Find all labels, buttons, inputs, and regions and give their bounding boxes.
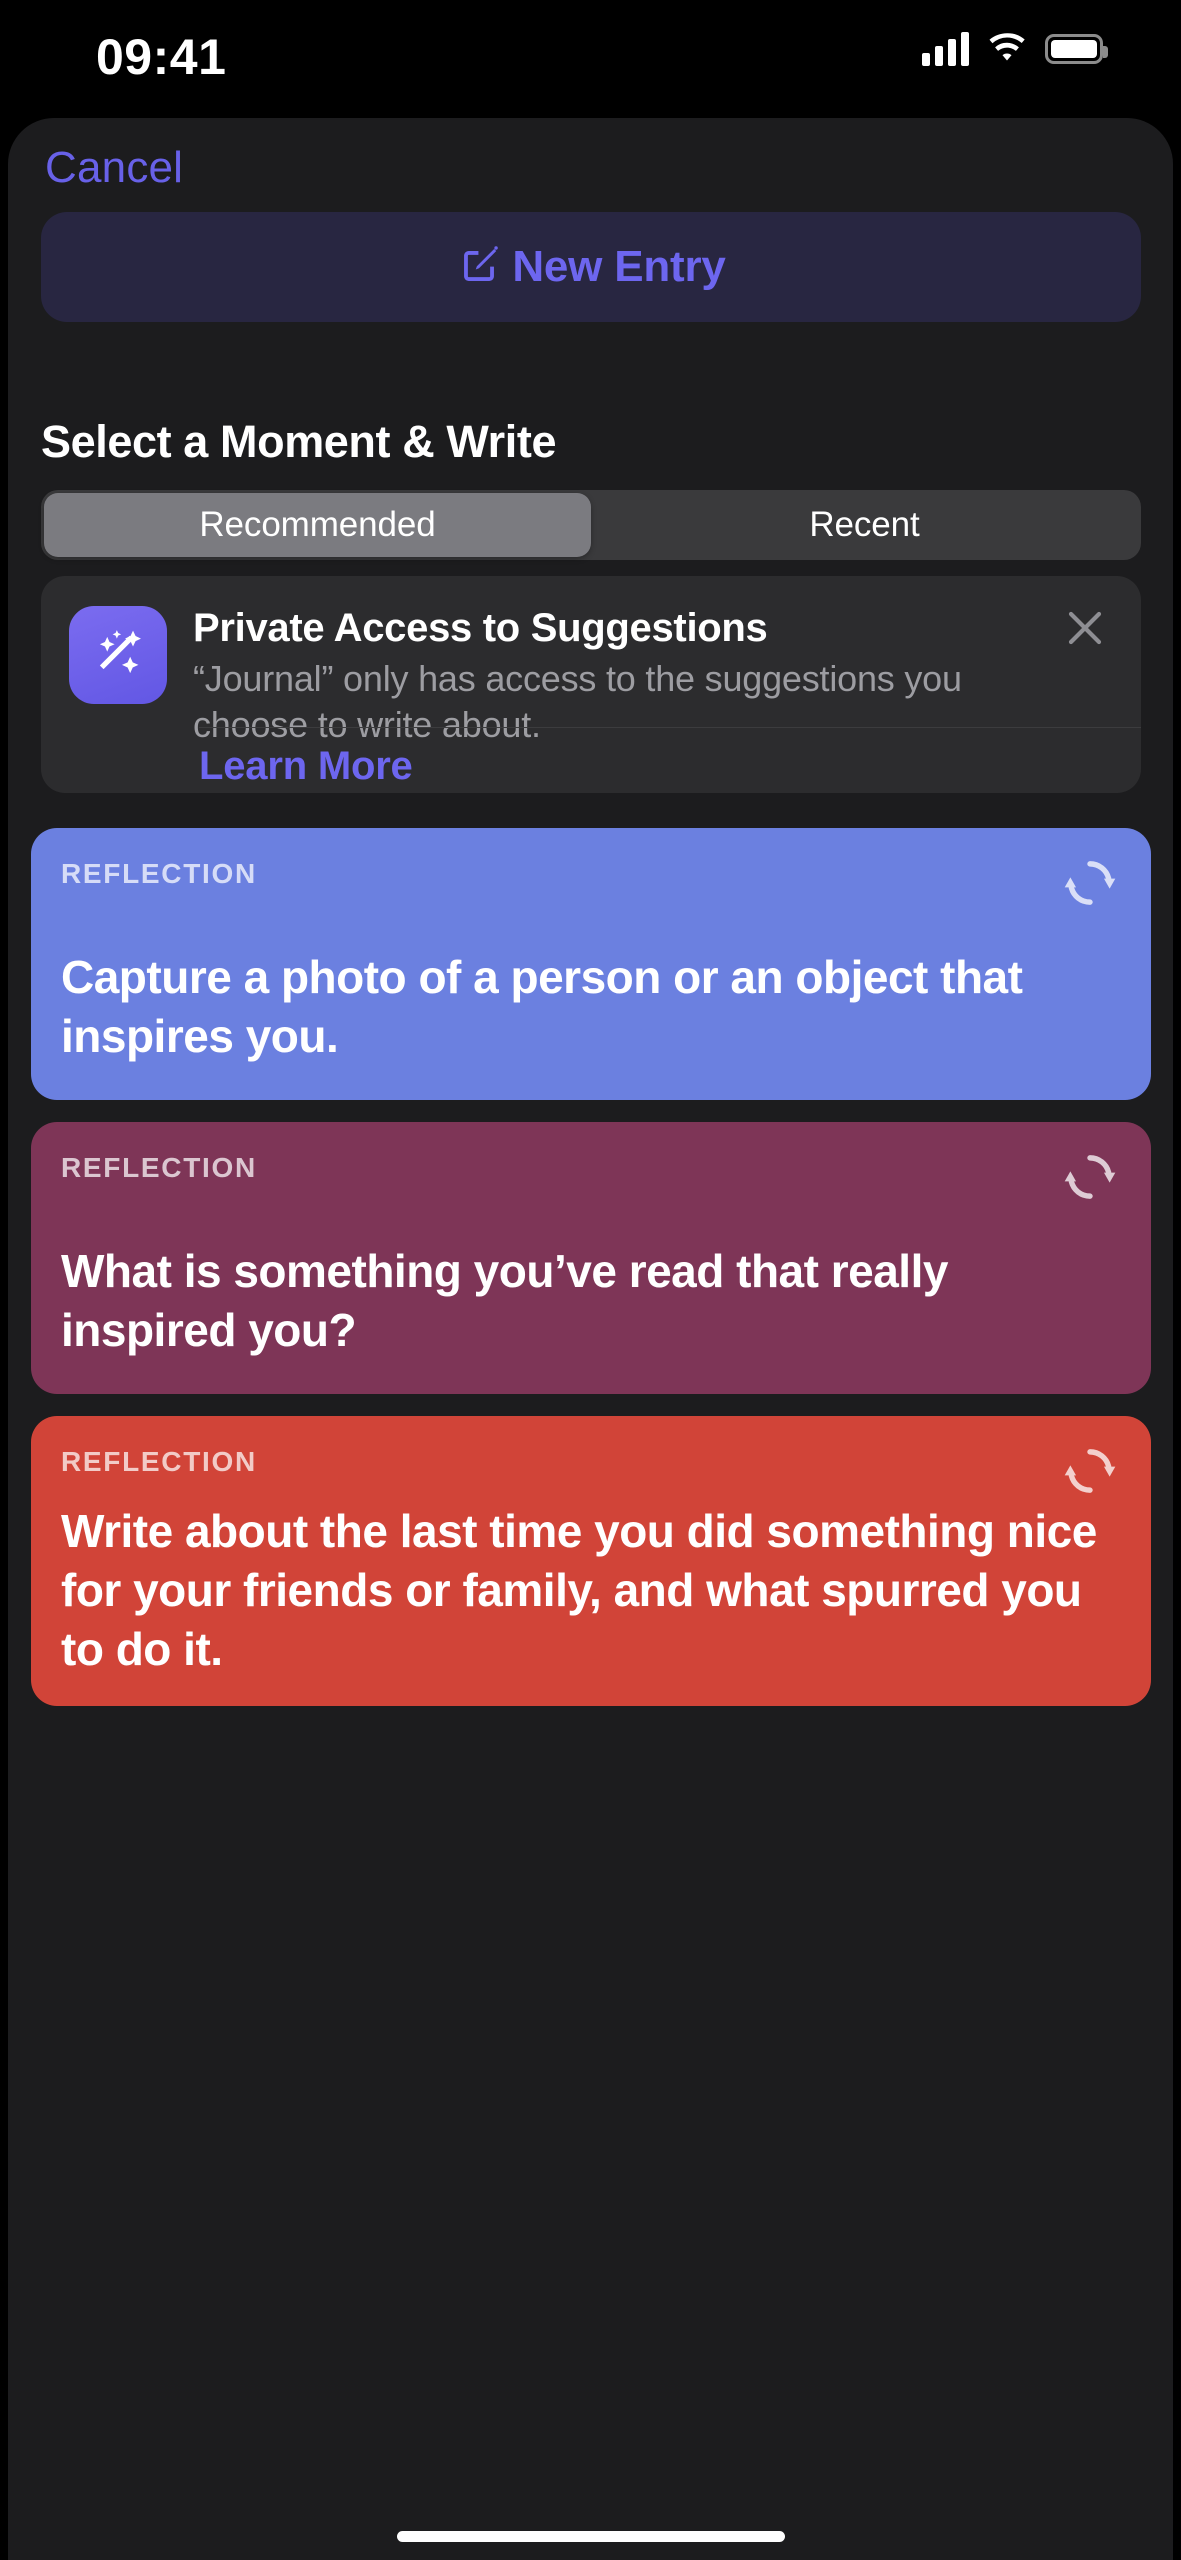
square-and-pencil-icon [464, 246, 499, 281]
refresh-arrows-icon[interactable] [1059, 1440, 1121, 1502]
suggestion-card-text: Write about the last time you did someth… [61, 1505, 1097, 1675]
home-indicator [396, 2531, 785, 2542]
privacy-card-title: Private Access to Suggestions [193, 606, 768, 650]
suggestion-card-text: What is something you’ve read that reall… [61, 1245, 948, 1357]
suggestion-card-kicker: REFLECTION [61, 1446, 257, 1477]
suggestion-card[interactable]: REFLECTION What is something you’ve read… [31, 1122, 1151, 1394]
status-bar-indicators [922, 32, 1108, 66]
privacy-info-card: Private Access to Suggestions “Journal” … [41, 576, 1141, 793]
status-bar-time: 09:41 [96, 29, 227, 85]
wifi-icon [989, 33, 1025, 61]
privacy-card-divider [199, 727, 1141, 728]
new-entry-button[interactable]: New Entry [41, 212, 1141, 322]
suggestion-card-header: REFLECTION [61, 1446, 1121, 1502]
suggestion-card[interactable]: REFLECTION Write about the last time you… [31, 1416, 1151, 1706]
close-x-icon[interactable] [1061, 604, 1109, 652]
status-bar: 09:41 [0, 0, 1181, 118]
refresh-arrows-icon[interactable] [1059, 1146, 1121, 1208]
page-title: Select a Moment & Write [41, 416, 557, 467]
phone-screen: 09:41 Cancel New Entry Select a Moment &… [0, 0, 1181, 2560]
privacy-card-icon-tile [69, 606, 167, 704]
cancel-button[interactable]: Cancel [45, 143, 183, 193]
tab-recommended[interactable]: Recommended [44, 493, 591, 557]
tab-recent[interactable]: Recent [591, 493, 1138, 557]
suggestion-card-kicker: REFLECTION [61, 1152, 257, 1183]
learn-more-link[interactable]: Learn More [199, 744, 413, 789]
privacy-card-body: “Journal” only has access to the suggest… [193, 657, 962, 745]
suggestion-card-list: REFLECTION Capture a photo of a person o… [31, 828, 1151, 1728]
new-entry-label: New Entry [512, 242, 726, 291]
privacy-card-top: Private Access to Suggestions “Journal” … [41, 576, 1141, 748]
suggestion-card-text: Capture a photo of a person or an object… [61, 951, 1023, 1063]
magic-wand-sparkles-icon [99, 630, 141, 674]
suggestion-card-kicker: REFLECTION [61, 858, 257, 889]
suggestions-segmented-control[interactable]: Recommended Recent [41, 490, 1141, 560]
journal-sheet: Cancel New Entry Select a Moment & Write… [8, 118, 1173, 2560]
suggestion-card-header: REFLECTION [61, 1152, 1121, 1208]
refresh-arrows-icon[interactable] [1059, 852, 1121, 914]
battery-icon [1045, 34, 1108, 64]
suggestion-card-header: REFLECTION [61, 858, 1121, 914]
suggestion-card[interactable]: REFLECTION Capture a photo of a person o… [31, 828, 1151, 1100]
cellular-bars-icon [922, 32, 969, 66]
